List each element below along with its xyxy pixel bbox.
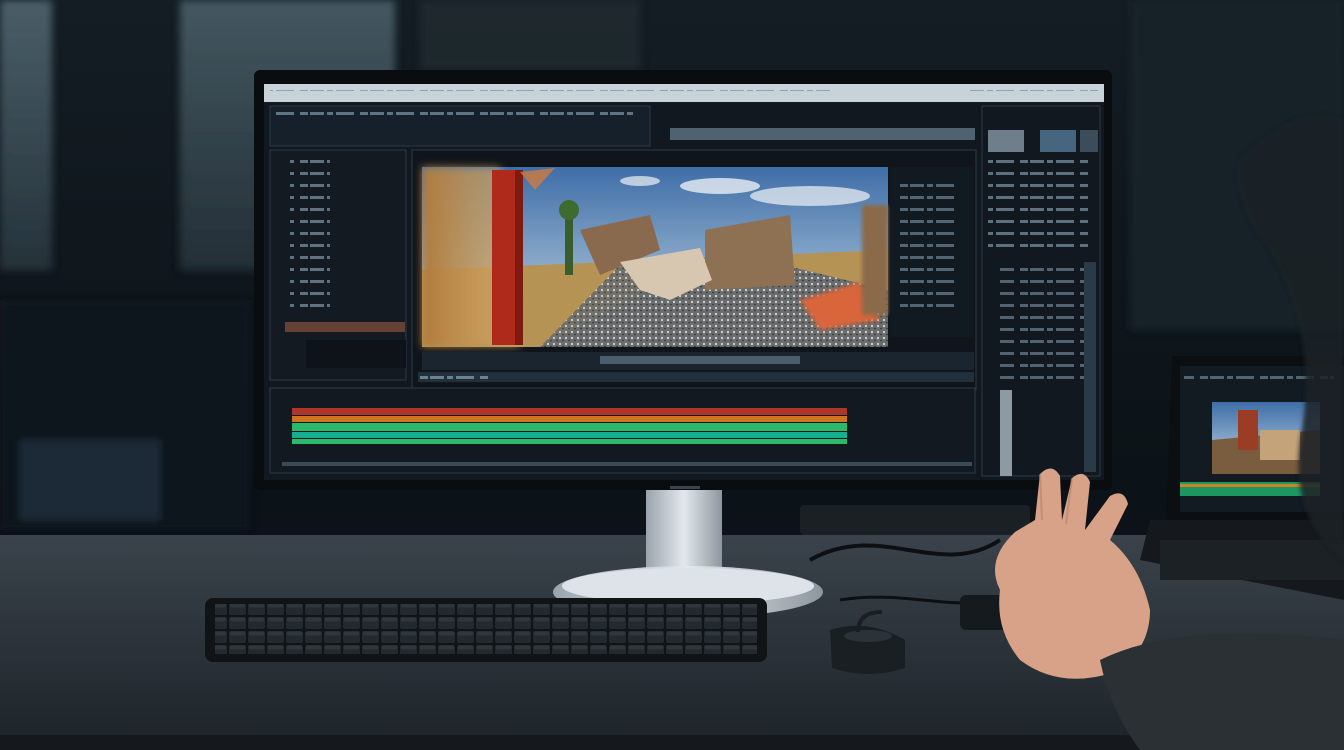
scene-illustration	[0, 0, 1344, 750]
timeline-track	[292, 423, 847, 431]
monitor	[254, 70, 1112, 490]
timeline-track	[292, 432, 847, 438]
timeline-track	[292, 439, 847, 444]
photo-scene	[0, 0, 1344, 750]
keyboard	[205, 598, 767, 662]
timeline-track	[292, 416, 847, 422]
timeline-track	[292, 408, 847, 415]
preview-image	[422, 167, 888, 347]
